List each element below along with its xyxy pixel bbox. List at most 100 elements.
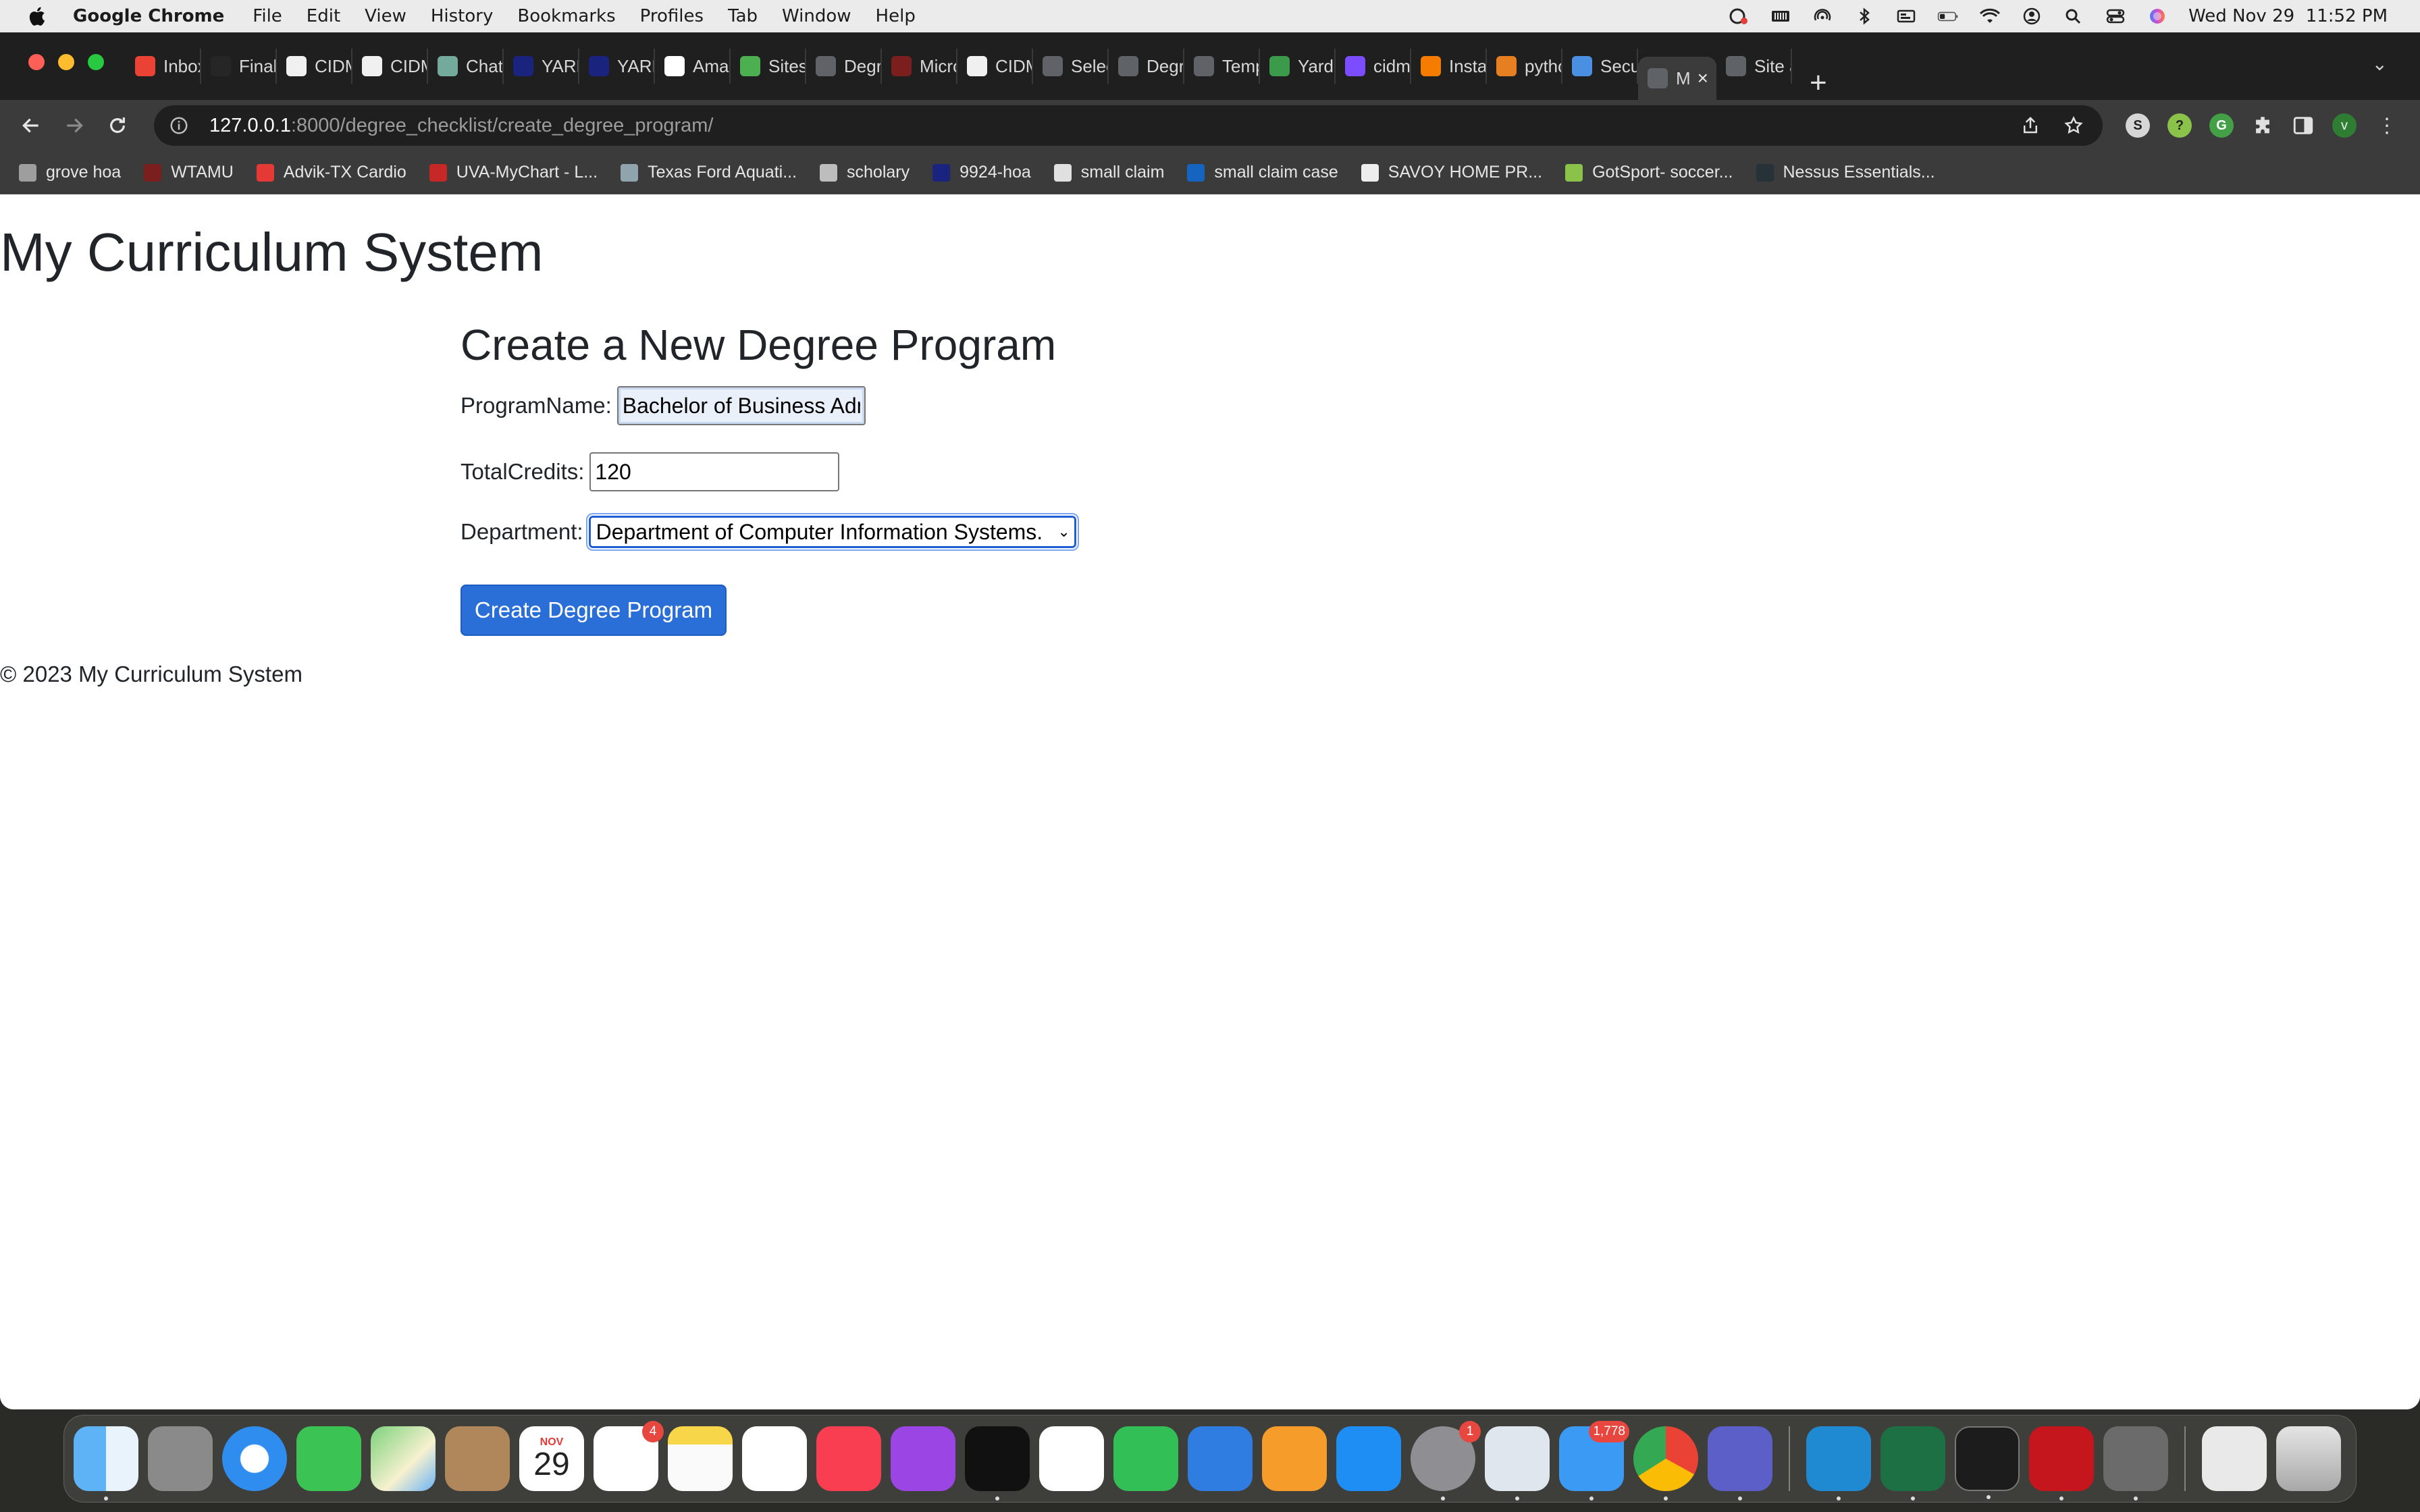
total-credits-input[interactable] xyxy=(589,452,840,491)
extension-grammarly-icon[interactable]: G xyxy=(2209,113,2234,138)
browser-tab[interactable]: Selec xyxy=(1033,49,1109,84)
bookmark-item[interactable]: small claim xyxy=(1053,163,1164,182)
numbers-icon[interactable] xyxy=(1113,1426,1178,1491)
bookmark-item[interactable]: grove hoa xyxy=(19,163,121,182)
tab-search-chevron-icon[interactable]: ⌄ xyxy=(2372,53,2388,75)
extension-s-icon[interactable]: S xyxy=(2126,113,2150,138)
display-icon[interactable] xyxy=(1895,7,1917,25)
browser-tab[interactable]: CIDM xyxy=(277,49,352,84)
browser-tab[interactable]: pytho xyxy=(1487,49,1562,84)
bookmark-item[interactable]: Nessus Essentials... xyxy=(1756,163,1935,182)
browser-tab[interactable]: Yardi xyxy=(1260,49,1336,84)
terminal-icon[interactable] xyxy=(1955,1426,2020,1499)
wifi-icon[interactable] xyxy=(1979,7,2001,25)
browser-tab[interactable]: Secur xyxy=(1562,49,1638,84)
menu-app-name[interactable]: Google Chrome xyxy=(73,6,224,26)
printer-icon[interactable] xyxy=(1485,1426,1550,1501)
music-icon[interactable] xyxy=(816,1426,881,1491)
excel-icon[interactable] xyxy=(1880,1426,1945,1501)
chrome-menu-icon[interactable]: ⋮ xyxy=(2377,114,2397,138)
program-name-input[interactable] xyxy=(616,386,866,425)
bookmark-item[interactable]: Texas Ford Aquati... xyxy=(621,163,797,182)
tab-active[interactable]: M × xyxy=(1638,57,1716,100)
vscode-icon[interactable] xyxy=(1806,1426,1871,1501)
keynote-icon[interactable] xyxy=(1188,1426,1253,1491)
new-tab-button[interactable]: + xyxy=(1810,66,1827,100)
launchpad-icon[interactable] xyxy=(148,1426,213,1491)
mail-icon[interactable]: 1,778 xyxy=(1559,1421,1629,1501)
menu-help[interactable]: Help xyxy=(876,6,916,26)
trash-icon[interactable] xyxy=(2276,1426,2341,1491)
forward-button[interactable] xyxy=(58,109,90,142)
acrobat-icon[interactable] xyxy=(2029,1426,2094,1501)
reload-button[interactable] xyxy=(101,109,134,142)
calendar-icon[interactable]: NOV 29 xyxy=(519,1426,584,1491)
keychain-icon[interactable] xyxy=(2103,1426,2168,1501)
profile-avatar[interactable]: v xyxy=(2332,113,2357,138)
spotlight-search-icon[interactable] xyxy=(2063,7,2084,25)
close-tab-icon[interactable]: × xyxy=(1698,68,1708,89)
site-info-icon[interactable] xyxy=(169,115,189,136)
bookmark-item[interactable]: UVA-MyChart - L... xyxy=(429,163,598,182)
archive-zip-icon[interactable] xyxy=(2202,1426,2267,1491)
browser-tab[interactable]: ChatG xyxy=(428,49,504,84)
menubar-clock[interactable]: Wed Nov 29 11:52 PM xyxy=(2188,6,2388,26)
siri-icon[interactable] xyxy=(2147,7,2168,25)
bookmark-item[interactable]: Advik-TX Cardio xyxy=(256,163,406,182)
creative-cloud-icon[interactable] xyxy=(1728,7,1750,25)
minimize-window-button[interactable] xyxy=(58,54,74,70)
contacts-icon[interactable] xyxy=(445,1426,510,1491)
back-button[interactable] xyxy=(15,109,47,142)
department-select[interactable]: Department of Computer Information Syste… xyxy=(587,514,1078,549)
browser-tab[interactable]: Inbox xyxy=(126,49,201,84)
maps-icon[interactable] xyxy=(371,1426,436,1491)
airdrop-icon[interactable] xyxy=(1812,7,1833,25)
browser-tab[interactable]: Instar xyxy=(1411,49,1487,84)
menu-view[interactable]: View xyxy=(365,6,406,26)
google-chrome-icon[interactable] xyxy=(1633,1426,1698,1501)
menu-window[interactable]: Window xyxy=(782,6,851,26)
browser-tab[interactable]: Degre xyxy=(1109,49,1184,84)
menu-tab[interactable]: Tab xyxy=(728,6,758,26)
control-center-icon[interactable] xyxy=(2105,7,2126,25)
bookmark-star-icon[interactable] xyxy=(2063,115,2084,136)
browser-tab[interactable]: YARD xyxy=(579,49,655,84)
share-icon[interactable] xyxy=(2020,115,2041,136)
browser-tab[interactable]: Final xyxy=(201,49,277,84)
side-panel-icon[interactable] xyxy=(2292,114,2315,137)
bookmark-item[interactable]: scholary xyxy=(820,163,910,182)
menu-profiles[interactable]: Profiles xyxy=(640,6,704,26)
extensions-puzzle-icon[interactable] xyxy=(2251,114,2274,137)
menu-history[interactable]: History xyxy=(431,6,494,26)
bookmark-item[interactable]: small claim case xyxy=(1187,163,1338,182)
browser-tab[interactable]: Temp xyxy=(1184,49,1260,84)
finder-icon[interactable] xyxy=(74,1426,138,1501)
create-degree-program-button[interactable]: Create Degree Program xyxy=(461,585,727,636)
browser-tab[interactable]: cidm xyxy=(1336,49,1411,84)
microsoft-teams-icon[interactable] xyxy=(1708,1426,1772,1501)
pages-icon[interactable] xyxy=(1262,1426,1327,1491)
browser-tab[interactable]: Amaz xyxy=(655,49,731,84)
freeform-icon[interactable] xyxy=(742,1426,807,1491)
menu-edit[interactable]: Edit xyxy=(307,6,340,26)
user-account-icon[interactable] xyxy=(2021,7,2043,25)
browser-tab[interactable]: Degre xyxy=(806,49,882,84)
app-store-icon[interactable] xyxy=(1336,1426,1401,1491)
extension-help-icon[interactable]: ? xyxy=(2167,113,2192,138)
apple-tv-icon[interactable] xyxy=(965,1426,1030,1501)
battery-icon[interactable] xyxy=(1937,7,1959,25)
address-bar[interactable]: 127.0.0.1:8000/degree_checklist/create_d… xyxy=(154,105,2103,146)
menu-bookmarks[interactable]: Bookmarks xyxy=(517,6,615,26)
browser-tab[interactable]: CIDM xyxy=(957,49,1033,84)
facetime-icon[interactable] xyxy=(296,1426,361,1491)
bookmark-item[interactable]: SAVOY HOME PR... xyxy=(1361,163,1542,182)
system-settings-icon[interactable]: 1 xyxy=(1411,1421,1481,1501)
bluetooth-icon[interactable] xyxy=(1853,7,1875,25)
zoom-window-button[interactable] xyxy=(88,54,104,70)
safari-icon[interactable] xyxy=(222,1426,287,1491)
menu-file[interactable]: File xyxy=(253,6,282,26)
browser-tab[interactable]: CIDM xyxy=(352,49,428,84)
browser-tab[interactable]: YARD xyxy=(504,49,579,84)
apple-menu-icon[interactable] xyxy=(27,5,46,27)
bookmark-item[interactable]: WTAMU xyxy=(144,163,234,182)
